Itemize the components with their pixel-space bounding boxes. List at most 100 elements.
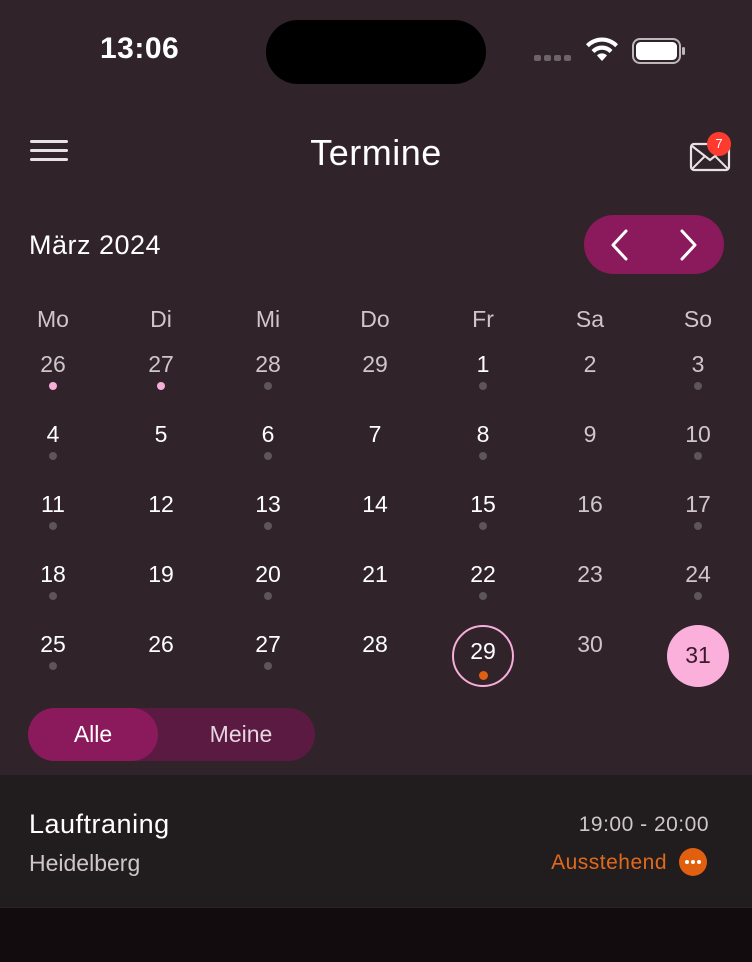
event-indicator-dot bbox=[479, 452, 487, 460]
day-number: 3 bbox=[691, 351, 705, 377]
calendar-day[interactable]: 17 bbox=[667, 478, 729, 540]
event-indicator-dot bbox=[49, 522, 57, 530]
day-number: 1 bbox=[476, 351, 490, 377]
calendar-day[interactable]: 8 bbox=[452, 408, 514, 470]
event-indicator-dot bbox=[49, 382, 57, 390]
notification-badge: 7 bbox=[707, 132, 731, 156]
calendar-day[interactable]: 10 bbox=[667, 408, 729, 470]
calendar-day[interactable]: 23 bbox=[559, 548, 621, 610]
month-nav bbox=[584, 215, 724, 274]
calendar-day[interactable]: 12 bbox=[130, 478, 192, 540]
calendar-day[interactable]: 28 bbox=[344, 618, 406, 680]
calendar-day[interactable]: 27 bbox=[130, 338, 192, 400]
calendar-day[interactable]: 5 bbox=[130, 408, 192, 470]
event-status: Ausstehend bbox=[551, 851, 667, 874]
weekday-label: Mi bbox=[255, 306, 281, 332]
calendar-day[interactable]: 19 bbox=[130, 548, 192, 610]
event-indicator-dot bbox=[694, 522, 702, 530]
calendar-day[interactable]: 3 bbox=[667, 338, 729, 400]
calendar-day[interactable]: 9 bbox=[559, 408, 621, 470]
weekday-label: Di bbox=[150, 306, 172, 332]
event-time: 19:00 - 20:00 bbox=[578, 813, 709, 836]
event-indicator-dot bbox=[49, 452, 57, 460]
filter-segment: Alle Meine bbox=[28, 708, 315, 761]
calendar-day[interactable]: 21 bbox=[344, 548, 406, 610]
day-number: 19 bbox=[148, 561, 174, 587]
more-options-icon[interactable] bbox=[679, 848, 707, 876]
calendar-day[interactable]: 24 bbox=[667, 548, 729, 610]
calendar-day[interactable]: 27 bbox=[237, 618, 299, 680]
calendar-day[interactable]: 20 bbox=[237, 548, 299, 610]
day-number: 26 bbox=[40, 351, 66, 377]
calendar-day[interactable]: 28 bbox=[237, 338, 299, 400]
event-indicator-dot bbox=[49, 662, 57, 670]
calendar-day[interactable]: 14 bbox=[344, 478, 406, 540]
calendar-day[interactable]: 4 bbox=[22, 408, 84, 470]
calendar-day[interactable]: 26 bbox=[22, 338, 84, 400]
event-indicator-dot bbox=[479, 671, 488, 680]
day-number: 5 bbox=[154, 421, 168, 447]
day-number: 28 bbox=[255, 351, 281, 377]
event-list-item[interactable]: Lauftraning Heidelberg 19:00 - 20:00 Aus… bbox=[0, 775, 752, 907]
event-indicator-dot bbox=[264, 592, 272, 600]
event-indicator-dot bbox=[264, 382, 272, 390]
battery-icon bbox=[632, 38, 685, 64]
day-number: 29 bbox=[470, 638, 496, 664]
filter-all-button[interactable]: Alle bbox=[28, 708, 158, 761]
day-number: 6 bbox=[261, 421, 275, 447]
bottom-area bbox=[0, 907, 752, 962]
day-number: 29 bbox=[362, 351, 388, 377]
calendar-day[interactable]: 6 bbox=[237, 408, 299, 470]
event-indicator-dot bbox=[479, 592, 487, 600]
event-indicator-dot bbox=[479, 522, 487, 530]
day-number: 8 bbox=[476, 421, 490, 447]
calendar-day[interactable]: 22 bbox=[452, 548, 514, 610]
day-number: 27 bbox=[255, 631, 281, 657]
day-number: 15 bbox=[470, 491, 496, 517]
event-title: Lauftraning bbox=[29, 809, 170, 839]
next-month-button[interactable] bbox=[654, 215, 724, 274]
calendar-day[interactable]: 25 bbox=[22, 618, 84, 680]
calendar-day[interactable]: 1 bbox=[452, 338, 514, 400]
day-number: 11 bbox=[41, 491, 65, 517]
calendar-day[interactable]: 11 bbox=[22, 478, 84, 540]
day-number: 14 bbox=[362, 491, 388, 517]
filter-mine-button[interactable]: Meine bbox=[168, 708, 314, 761]
day-number: 18 bbox=[40, 561, 66, 587]
day-number: 25 bbox=[40, 631, 66, 657]
calendar-day[interactable]: 30 bbox=[559, 618, 621, 680]
day-number: 2 bbox=[583, 351, 597, 377]
day-number: 12 bbox=[148, 491, 174, 517]
calendar-day-selected[interactable]: 31 bbox=[667, 625, 729, 687]
day-number: 9 bbox=[583, 421, 597, 447]
day-number: 13 bbox=[255, 491, 281, 517]
month-title: März 2024 bbox=[29, 230, 162, 260]
day-number: 4 bbox=[46, 421, 60, 447]
day-number: 22 bbox=[470, 561, 496, 587]
day-number: 16 bbox=[577, 491, 603, 517]
calendar-day[interactable]: 13 bbox=[237, 478, 299, 540]
status-time: 13:06 bbox=[100, 32, 180, 65]
event-location: Heidelberg bbox=[29, 850, 141, 876]
day-number: 10 bbox=[685, 421, 711, 447]
calendar-day[interactable]: 2 bbox=[559, 338, 621, 400]
cellular-signal-icon bbox=[534, 55, 571, 61]
status-bar: 13:06 bbox=[0, 0, 752, 100]
event-indicator-dot bbox=[157, 382, 165, 390]
weekday-header: Mo Di Mi Do Fr Sa So bbox=[0, 306, 752, 336]
day-number: 27 bbox=[148, 351, 174, 377]
event-indicator-dot bbox=[264, 522, 272, 530]
weekday-label: Mo bbox=[37, 306, 69, 332]
calendar-day-today[interactable]: 29 bbox=[452, 625, 514, 687]
day-number: 21 bbox=[362, 561, 388, 587]
calendar-day[interactable]: 15 bbox=[452, 478, 514, 540]
calendar-day[interactable]: 26 bbox=[130, 618, 192, 680]
calendar-day[interactable]: 18 bbox=[22, 548, 84, 610]
previous-month-button[interactable] bbox=[584, 215, 654, 274]
calendar-day[interactable]: 29 bbox=[344, 338, 406, 400]
calendar-day[interactable]: 7 bbox=[344, 408, 406, 470]
chevron-left-icon bbox=[611, 229, 628, 260]
calendar-day[interactable]: 16 bbox=[559, 478, 621, 540]
event-indicator-dot bbox=[264, 452, 272, 460]
day-number: 23 bbox=[577, 561, 603, 587]
